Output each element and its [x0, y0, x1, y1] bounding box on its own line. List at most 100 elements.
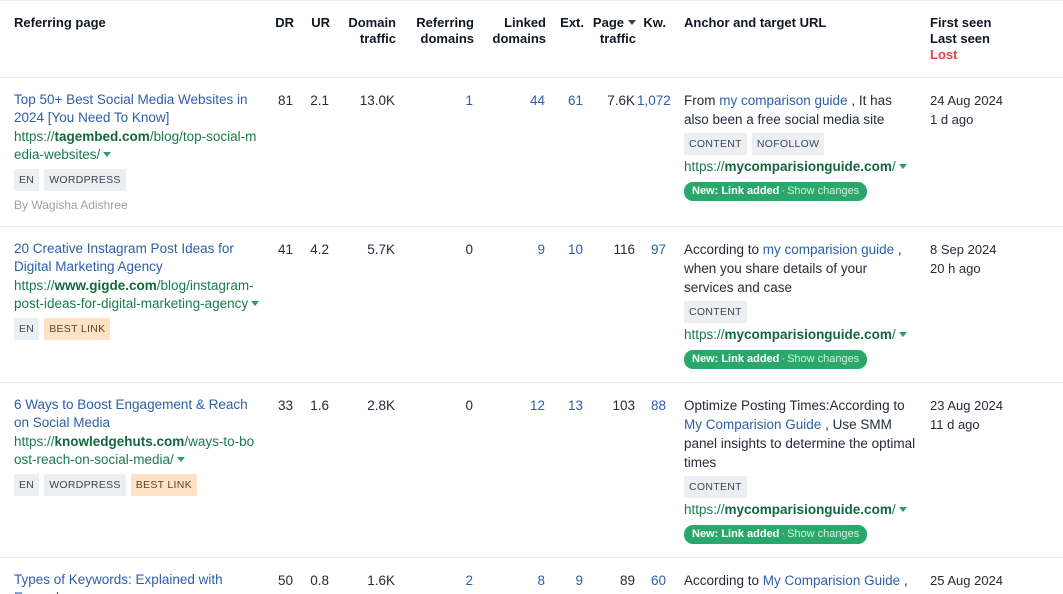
- column-header-linked-domains[interactable]: Linked domains: [474, 0, 546, 78]
- referring-page-title-link[interactable]: Top 50+ Best Social Media Websites in 20…: [14, 91, 261, 127]
- ext-cell[interactable]: 9: [546, 558, 584, 594]
- referring-page-url-link[interactable]: https://tagembed.com/blog/top-social-med…: [14, 128, 261, 164]
- dr-cell: 41: [262, 226, 294, 383]
- kw-value[interactable]: 97: [651, 242, 666, 257]
- referring-domains-value: 0: [465, 242, 473, 257]
- target-path: /: [891, 502, 896, 517]
- anchor-link[interactable]: my comparision guide: [763, 242, 894, 257]
- referring-domains-cell: 0: [396, 382, 474, 558]
- linked-domains-value[interactable]: 12: [530, 398, 545, 413]
- ur-cell: 2.1: [294, 77, 330, 227]
- anchor-link[interactable]: My Comparision Guide: [684, 417, 821, 432]
- rel-tags: CONTENT NOFOLLOW: [684, 133, 919, 155]
- chevron-down-icon[interactable]: [103, 151, 112, 157]
- referring-page-url-link[interactable]: https://www.gigde.com/blog/instagram-pos…: [14, 277, 261, 313]
- target-url-link[interactable]: https://mycomparisionguide.com/: [684, 157, 919, 176]
- show-changes-link[interactable]: Show changes: [787, 528, 859, 540]
- last-seen-value: 11 d ago: [930, 417, 980, 432]
- chevron-down-icon[interactable]: [898, 331, 907, 337]
- column-header-anchor-and-target-url[interactable]: Anchor and target URL: [672, 0, 920, 78]
- domain-traffic-cell: 13.0K: [330, 77, 396, 227]
- link-added-badge[interactable]: New: Link added · Show changes: [684, 350, 868, 369]
- referring-page-title-link[interactable]: 6 Ways to Boost Engagement & Reach on So…: [14, 396, 261, 432]
- column-header-ur[interactable]: UR: [294, 0, 330, 78]
- tag-badge: EN: [14, 318, 40, 340]
- tag-badge: EN: [14, 474, 40, 496]
- referring-page-title-link[interactable]: 20 Creative Instagram Post Ideas for Dig…: [14, 240, 261, 276]
- link-added-badge[interactable]: New: Link added · Show changes: [684, 182, 868, 201]
- ext-cell[interactable]: 13: [546, 382, 584, 558]
- column-header-ext[interactable]: Ext.: [546, 0, 584, 78]
- target-path: /: [891, 327, 896, 342]
- linked-domains-value[interactable]: 9: [537, 242, 545, 257]
- anchor-link[interactable]: my comparison guide: [719, 93, 847, 108]
- rel-tag-badge: CONTENT: [684, 133, 747, 155]
- linked-domains-cell[interactable]: 8: [474, 558, 546, 594]
- chevron-down-icon[interactable]: [898, 163, 907, 169]
- dr-value: 81: [277, 93, 293, 108]
- ext-value[interactable]: 10: [568, 242, 583, 257]
- ext-cell[interactable]: 10: [546, 226, 584, 383]
- linked-domains-cell[interactable]: 12: [474, 382, 546, 558]
- referring-page-url-link[interactable]: https://knowledgehuts.com/ways-to-boost-…: [14, 433, 261, 469]
- ext-cell[interactable]: 61: [546, 77, 584, 227]
- referring-page-title-link[interactable]: Types of Keywords: Explained with Exampl…: [14, 571, 261, 594]
- target-url-link[interactable]: https://mycomparisionguide.com/: [684, 325, 919, 344]
- anchor-prefix: From: [684, 93, 720, 108]
- ext-value[interactable]: 9: [575, 573, 583, 588]
- column-header-dr[interactable]: DR: [262, 0, 294, 78]
- referring-domains-value[interactable]: 1: [465, 93, 473, 108]
- kw-value[interactable]: 88: [651, 398, 666, 413]
- column-header-referring-page[interactable]: Referring page: [0, 0, 262, 78]
- column-header-page-traffic[interactable]: Page traffic: [584, 0, 636, 78]
- chevron-down-icon[interactable]: [176, 456, 185, 462]
- linked-domains-value[interactable]: 44: [530, 93, 545, 108]
- kw-value[interactable]: 60: [651, 573, 666, 588]
- rel-tags: CONTENT: [684, 476, 919, 498]
- target-url-link[interactable]: https://mycomparisionguide.com/: [684, 500, 919, 519]
- anchor-link[interactable]: My Comparision Guide: [763, 573, 900, 588]
- ext-value[interactable]: 13: [568, 398, 583, 413]
- ur-cell: 4.2: [294, 226, 330, 383]
- page-tags: EN BEST LINK: [14, 318, 261, 340]
- chevron-down-icon[interactable]: [898, 506, 907, 512]
- referring-domains-value[interactable]: 2: [465, 573, 473, 588]
- chevron-down-icon[interactable]: [251, 300, 260, 306]
- anchor-and-target-url-cell: According to my comparision guide , when…: [672, 226, 920, 383]
- column-header-seen[interactable]: First seen Last seen Lost: [920, 0, 1063, 78]
- anchor-text: Optimize Posting Times:According to My C…: [684, 396, 919, 472]
- ur-value: 0.8: [310, 573, 329, 588]
- table-row: 6 Ways to Boost Engagement & Reach on So…: [0, 382, 1063, 558]
- target-path: /: [891, 159, 896, 174]
- domain-traffic-cell: 1.6K: [330, 558, 396, 594]
- link-added-badge[interactable]: New: Link added · Show changes: [684, 525, 868, 544]
- column-header-referring-domains[interactable]: Referring domains: [396, 0, 474, 78]
- ext-value[interactable]: 61: [568, 93, 583, 108]
- column-header-kw[interactable]: Kw.: [636, 0, 672, 78]
- kw-cell[interactable]: 1,072: [636, 77, 672, 227]
- linked-domains-value[interactable]: 8: [537, 573, 545, 588]
- kw-cell[interactable]: 60: [636, 558, 672, 594]
- linked-domains-cell[interactable]: 9: [474, 226, 546, 383]
- table-row: Top 50+ Best Social Media Websites in 20…: [0, 77, 1063, 227]
- column-header-lost: Lost: [930, 47, 958, 62]
- show-changes-link[interactable]: Show changes: [787, 353, 859, 365]
- table-header: Referring page DR UR Domain traffic Refe…: [0, 0, 1063, 78]
- kw-cell[interactable]: 88: [636, 382, 672, 558]
- tag-badge: WORDPRESS: [44, 474, 126, 496]
- first-seen-value: 24 Aug 2024: [930, 93, 1004, 108]
- target-domain: mycomparisionguide.com: [724, 502, 892, 517]
- referring-domains-cell[interactable]: 1: [396, 77, 474, 227]
- kw-cell[interactable]: 97: [636, 226, 672, 383]
- column-header-domain-traffic[interactable]: Domain traffic: [330, 0, 396, 78]
- badge-separator: ·: [781, 528, 786, 540]
- sort-descending-caret-icon[interactable]: [628, 20, 636, 26]
- kw-value[interactable]: 1,072: [637, 93, 671, 108]
- show-changes-link[interactable]: Show changes: [787, 185, 859, 197]
- domain-traffic-value: 2.8K: [367, 398, 395, 413]
- referring-domains-cell[interactable]: 2: [396, 558, 474, 594]
- page-traffic-value: 89: [619, 573, 635, 588]
- referring-domains-cell: 0: [396, 226, 474, 383]
- linked-domains-cell[interactable]: 44: [474, 77, 546, 227]
- ur-value: 4.2: [310, 242, 329, 257]
